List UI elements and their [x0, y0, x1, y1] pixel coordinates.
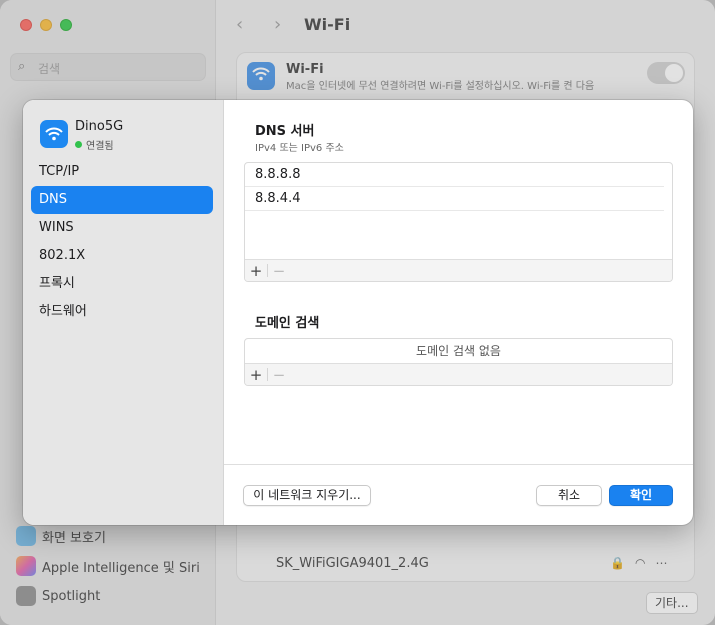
tab-tcp-ip[interactable]: TCP/IP: [31, 158, 213, 186]
domain-list-toolbar: + −: [245, 363, 672, 385]
network-details-sheet: Dino5G 연결됨 TCP/IP DNS WINS 802.1X 프록시 하드…: [23, 100, 693, 525]
ok-button[interactable]: 확인: [609, 485, 673, 506]
wifi-icon: [40, 120, 68, 148]
connection-status-label: 연결됨: [86, 141, 114, 152]
forget-network-button[interactable]: 이 네트워크 지우기...: [243, 485, 371, 506]
tab-dns[interactable]: DNS: [31, 186, 213, 214]
dns-server-row[interactable]: 8.8.4.4: [245, 187, 664, 211]
sheet-sidebar: Dino5G 연결됨 TCP/IP DNS WINS 802.1X 프록시 하드…: [23, 100, 224, 525]
dns-server-row[interactable]: 8.8.8.8: [245, 163, 664, 187]
sheet-footer: 이 네트워크 지우기... 취소 확인: [224, 464, 693, 525]
add-dns-server-button[interactable]: +: [245, 261, 267, 281]
sheet-content: DNS 서버 IPv4 또는 IPv6 주소 8.8.8.8 8.8.4.4 +…: [224, 100, 693, 525]
connection-status: 연결됨: [75, 137, 114, 152]
network-name: Dino5G: [75, 119, 124, 134]
remove-dns-server-button[interactable]: −: [268, 261, 290, 281]
tab-wins[interactable]: WINS: [31, 214, 213, 242]
dns-servers-list: 8.8.8.8 8.8.4.4 + −: [244, 162, 673, 282]
tab-proxy[interactable]: 프록시: [31, 270, 213, 298]
cancel-button[interactable]: 취소: [536, 485, 602, 506]
search-domains-title: 도메인 검색: [255, 316, 320, 331]
dns-servers-subtitle: IPv4 또는 IPv6 주소: [255, 143, 344, 154]
search-domains-empty-label: 도메인 검색 없음: [416, 344, 501, 358]
dns-list-toolbar: + −: [245, 259, 672, 281]
add-search-domain-button[interactable]: +: [245, 365, 267, 385]
tab-hardware[interactable]: 하드웨어: [31, 298, 213, 326]
remove-search-domain-button[interactable]: −: [268, 365, 290, 385]
search-domains-list: 도메인 검색 없음 + −: [244, 338, 673, 386]
connected-indicator-icon: [75, 141, 82, 148]
dns-servers-title: DNS 서버: [255, 124, 315, 139]
tab-802-1x[interactable]: 802.1X: [31, 242, 213, 270]
